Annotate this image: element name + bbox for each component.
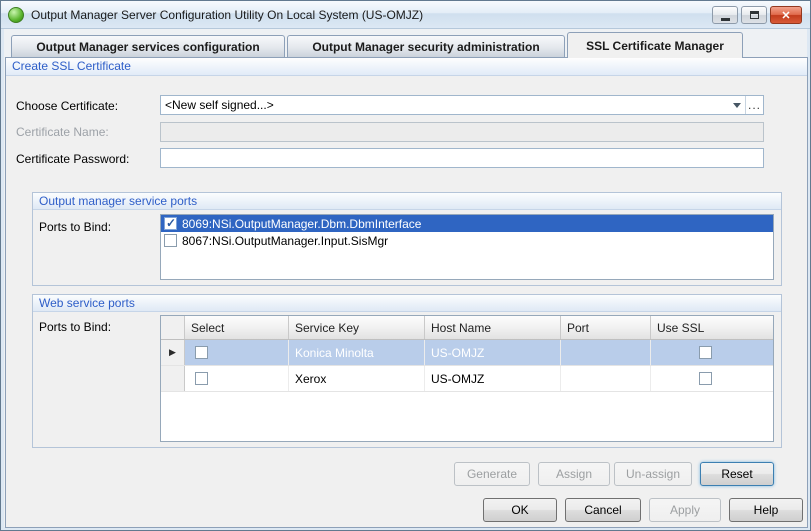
help-button[interactable]: Help (729, 498, 803, 522)
application-icon (8, 6, 24, 23)
use-ssl-checkbox[interactable] (699, 372, 712, 385)
use-ssl-checkbox[interactable] (699, 346, 712, 359)
column-header-port[interactable]: Port (561, 316, 651, 339)
generate-button: Generate (454, 462, 530, 486)
certificate-password-input[interactable] (160, 148, 764, 168)
choose-certificate-label: Choose Certificate: (16, 99, 119, 113)
certificate-password-label: Certificate Password: (16, 152, 130, 166)
chevron-down-icon[interactable] (729, 96, 745, 114)
window-title: Output Manager Server Configuration Util… (31, 7, 424, 22)
close-button[interactable]: ✕ (770, 6, 802, 24)
choose-certificate-value: <New self signed...> (165, 98, 274, 112)
port-cell (561, 366, 651, 391)
maximize-button[interactable] (741, 6, 767, 24)
ok-button[interactable]: OK (483, 498, 557, 522)
service-ports-group: Output manager service ports Ports to Bi… (32, 192, 782, 286)
certificate-name-label: Certificate Name: (16, 125, 109, 139)
reset-button[interactable]: Reset (700, 462, 774, 486)
browse-button[interactable]: ... (745, 96, 763, 114)
apply-button: Apply (649, 498, 721, 522)
maximize-icon (749, 11, 759, 19)
row-selector-icon: ▶ (169, 347, 176, 357)
list-item-label: 8069:NSi.OutputManager.Dbm.DbmInterface (182, 216, 422, 231)
list-item-label: 8067:NSi.OutputManager.Input.SisMgr (182, 233, 389, 248)
cancel-button[interactable]: Cancel (565, 498, 641, 522)
column-header-indicator (161, 316, 185, 339)
host-name-cell: US-OMJZ (425, 366, 561, 391)
ports-to-bind-list[interactable]: 8069:NSi.OutputManager.Dbm.DbmInterface … (160, 214, 774, 280)
list-item[interactable]: 8069:NSi.OutputManager.Dbm.DbmInterface (161, 215, 773, 232)
web-service-ports-group-header: Web service ports (33, 295, 781, 312)
service-ports-group-header: Output manager service ports (33, 193, 781, 210)
grid-header-row: Select Service Key Host Name Port Use SS… (161, 316, 773, 340)
tab-security-administration[interactable]: Output Manager security administration (287, 35, 565, 57)
app-window: Output Manager Server Configuration Util… (0, 0, 811, 531)
table-row[interactable]: Xerox US-OMJZ (161, 366, 773, 392)
title-bar[interactable]: Output Manager Server Configuration Util… (1, 1, 810, 29)
select-checkbox[interactable] (195, 346, 208, 359)
ports-to-bind-label: Ports to Bind: (39, 220, 112, 234)
tab-ssl-certificate-manager[interactable]: SSL Certificate Manager (567, 32, 743, 58)
service-key-cell: Konica Minolta (289, 340, 425, 365)
tab-services-configuration[interactable]: Output Manager services configuration (11, 35, 285, 57)
web-service-ports-group: Web service ports Ports to Bind: Select … (32, 294, 782, 448)
assign-button: Assign (538, 462, 610, 486)
close-icon: ✕ (781, 9, 791, 22)
minimize-icon (720, 17, 730, 21)
web-ports-grid[interactable]: Select Service Key Host Name Port Use SS… (160, 315, 774, 442)
choose-certificate-combo[interactable]: <New self signed...> ... (160, 95, 764, 115)
port-cell (561, 340, 651, 365)
ssl-tab-panel: Create SSL Certificate Choose Certificat… (5, 57, 808, 528)
service-key-cell: Xerox (289, 366, 425, 391)
list-item[interactable]: 8067:NSi.OutputManager.Input.SisMgr (161, 232, 773, 249)
table-row[interactable]: ▶ Konica Minolta US-OMJZ (161, 340, 773, 366)
host-name-cell: US-OMJZ (425, 340, 561, 365)
create-ssl-section-header: Create SSL Certificate (6, 58, 807, 76)
port-checkbox[interactable] (164, 216, 177, 230)
certificate-name-input (160, 122, 764, 142)
un-assign-button: Un-assign (614, 462, 692, 486)
ports-to-bind-label: Ports to Bind: (39, 320, 112, 334)
select-checkbox[interactable] (195, 372, 208, 385)
column-header-service-key[interactable]: Service Key (289, 316, 425, 339)
column-header-use-ssl[interactable]: Use SSL (651, 316, 773, 339)
column-header-select[interactable]: Select (185, 316, 289, 339)
column-header-host-name[interactable]: Host Name (425, 316, 561, 339)
minimize-button[interactable] (712, 6, 738, 24)
window-controls: ✕ (712, 6, 802, 24)
port-checkbox[interactable] (164, 234, 177, 247)
